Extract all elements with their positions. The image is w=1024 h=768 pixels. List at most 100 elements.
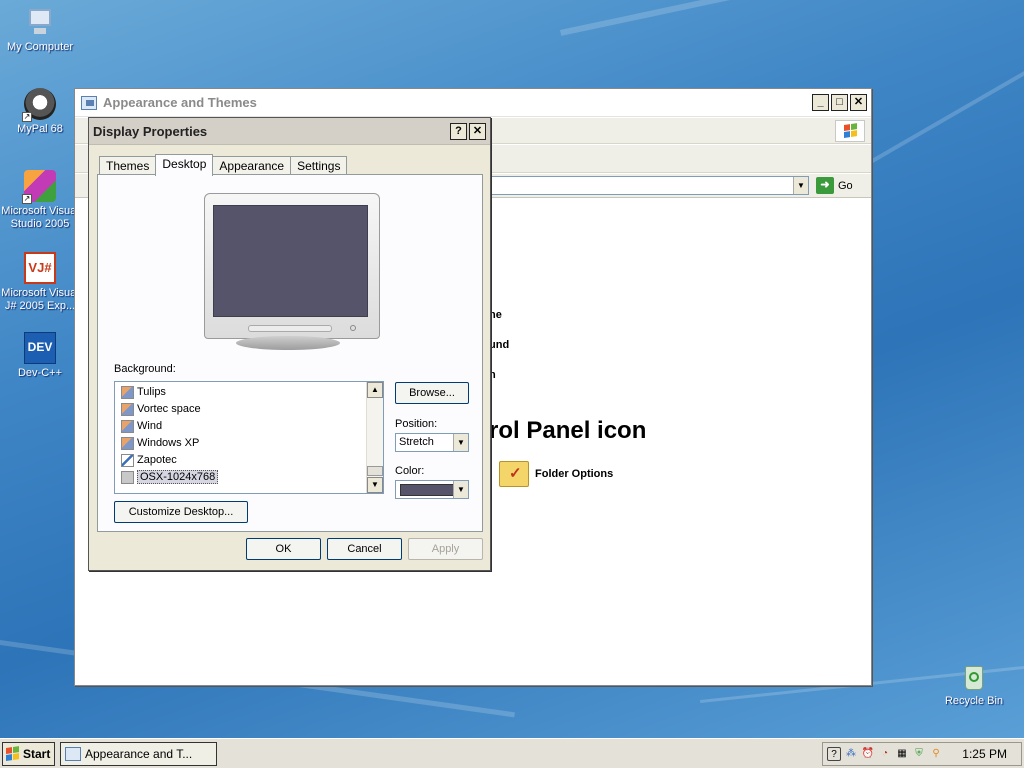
tab-settings[interactable]: Settings <box>290 156 348 175</box>
desktop-icon-visual-jsharp[interactable]: VJ# Microsoft Visual J# 2005 Exp... <box>0 252 80 313</box>
dialog-titlebar[interactable]: Display Properties ? ✕ <box>89 118 490 145</box>
raccoon-icon: ↗ <box>22 88 56 122</box>
control-panel-icon <box>81 95 97 110</box>
desktop-icon-visual-studio[interactable]: ↗ Microsoft Visual Studio 2005 <box>0 170 80 231</box>
list-item[interactable]: Vortec space <box>121 401 201 417</box>
address-input[interactable]: ▼ <box>491 176 809 195</box>
taskbar-window-label: Appearance and T... <box>85 747 193 761</box>
help-button[interactable]: ? <box>450 122 467 140</box>
start-label: Start <box>23 747 51 761</box>
desktop-tab-panel: Background: Tulips Vortec space Wind Win… <box>97 174 483 532</box>
visual-studio-icon: ↗ <box>22 170 56 204</box>
image-file-icon <box>121 402 134 416</box>
position-label: Position: <box>395 418 438 430</box>
position-select[interactable]: Stretch ▼ <box>395 433 469 452</box>
security-tray-icon[interactable]: ⛨ <box>912 747 926 761</box>
help-tray-icon[interactable]: ? <box>827 747 841 761</box>
windows-tray-icon[interactable]: ▦ <box>895 747 909 761</box>
chevron-down-icon: ▼ <box>453 434 468 451</box>
list-item[interactable]: Zapotec <box>121 452 177 468</box>
close-button[interactable]: ✕ <box>850 94 867 111</box>
image-file-icon <box>121 453 134 467</box>
monitor-stand <box>236 336 340 350</box>
background-label: Background: <box>114 363 176 375</box>
clock: 1:25 PM <box>962 747 1007 761</box>
color-picker-button[interactable]: ▼ <box>395 480 469 499</box>
visual-jsharp-icon: VJ# <box>24 252 56 284</box>
display-properties-dialog: Display Properties ? ✕ Themes Desktop Ap… <box>88 117 491 571</box>
control-panel-icon <box>65 747 81 761</box>
desktop-icon-label: Microsoft Visual J# 2005 Exp... <box>1 287 79 312</box>
taskbar-window-button[interactable]: Appearance and T... <box>60 742 217 766</box>
folder-options-link[interactable]: Folder Options <box>499 461 613 487</box>
start-button[interactable]: Start <box>2 742 55 766</box>
dialog-close-button[interactable]: ✕ <box>469 122 486 140</box>
list-item[interactable]: Windows XP <box>121 435 199 451</box>
desktop-icon-devcpp[interactable]: DEV Dev-C++ <box>0 332 80 380</box>
window-title: Appearance and Themes <box>103 95 257 110</box>
address-dropdown-icon[interactable]: ▼ <box>793 177 808 194</box>
task-link[interactable]: und <box>489 339 509 351</box>
image-file-icon <box>121 385 134 399</box>
dev-cpp-icon: DEV <box>24 332 56 364</box>
position-value: Stretch <box>399 436 434 448</box>
section-heading: rol Panel icon <box>489 417 647 444</box>
go-label: Go <box>838 179 853 192</box>
scroll-up-icon[interactable]: ▲ <box>367 382 383 398</box>
list-scrollbar[interactable]: ▲ ▼ <box>366 382 383 493</box>
windows-flag-icon <box>844 123 858 139</box>
scroll-down-icon[interactable]: ▼ <box>367 477 383 493</box>
desktop-icon-label: Microsoft Visual Studio 2005 <box>1 205 79 230</box>
wallpaper-streak <box>560 0 1024 36</box>
maximize-button[interactable]: □ <box>831 94 848 111</box>
shortcut-arrow-icon: ↗ <box>22 112 32 122</box>
folder-options-icon <box>499 461 529 487</box>
explorer-titlebar[interactable]: Appearance and Themes _ □ ✕ <box>75 89 871 117</box>
network-tray-icon[interactable]: ⁂ <box>844 747 858 761</box>
alarm-clock-tray-icon[interactable]: ⏰ <box>861 747 875 761</box>
desktop-icon-recycle-bin[interactable]: Recycle Bin <box>934 660 1014 708</box>
recycle-bin-icon <box>958 660 990 692</box>
color-swatch <box>400 484 456 496</box>
go-arrow-icon: ➜ <box>816 177 834 194</box>
tab-themes[interactable]: Themes <box>99 156 157 175</box>
color-label: Color: <box>395 465 425 477</box>
timer-tray-icon[interactable]: ◔ <box>878 747 892 761</box>
background-list[interactable]: Tulips Vortec space Wind Windows XP Zapo… <box>114 381 384 494</box>
desktop-icon-label: Dev-C++ <box>17 367 63 379</box>
windows-logo <box>835 120 865 142</box>
scroll-thumb[interactable] <box>367 466 383 476</box>
tab-desktop[interactable]: Desktop <box>155 154 214 176</box>
image-file-icon <box>121 419 134 433</box>
windows-flag-icon <box>6 746 20 762</box>
list-item[interactable]: Tulips <box>121 384 166 400</box>
cancel-button[interactable]: Cancel <box>327 538 402 560</box>
list-item-selected[interactable]: OSX-1024x768 <box>121 469 219 485</box>
minimize-button[interactable]: _ <box>812 94 829 111</box>
folder-options-label: Folder Options <box>535 468 614 480</box>
shortcut-arrow-icon: ↗ <box>22 194 32 204</box>
chevron-down-icon: ▼ <box>453 481 468 498</box>
apply-button[interactable]: Apply <box>408 538 483 560</box>
ok-button[interactable]: OK <box>246 538 321 560</box>
tab-strip: Themes Desktop Appearance Settings <box>99 154 348 176</box>
desktop-icon-label: MyPal 68 <box>17 123 63 135</box>
go-button[interactable]: ➜ Go <box>816 176 853 195</box>
taskbar: Start Appearance and T... ? ⁂ ⏰ ◔ ▦ ⛨ ⚲ … <box>0 738 1024 768</box>
desktop-icon-mypal[interactable]: ↗ MyPal 68 <box>0 88 80 136</box>
desktop-icon-my-computer[interactable]: My Computer <box>0 6 80 54</box>
desktop-preview-screen <box>213 205 368 317</box>
monitor-preview <box>204 193 380 339</box>
tab-appearance[interactable]: Appearance <box>212 156 292 175</box>
desktop-icon-label: My Computer <box>6 41 74 53</box>
list-item[interactable]: Wind <box>121 418 162 434</box>
image-file-icon <box>121 436 134 450</box>
dialog-title: Display Properties <box>93 123 208 139</box>
system-tray: ? ⁂ ⏰ ◔ ▦ ⛨ ⚲ 1:25 PM <box>822 742 1022 766</box>
customize-desktop-button[interactable]: Customize Desktop... <box>114 501 248 523</box>
desktop-icon-label: Recycle Bin <box>944 695 1004 707</box>
computer-icon <box>24 6 56 38</box>
search-tray-icon[interactable]: ⚲ <box>929 747 943 761</box>
image-file-icon <box>121 470 134 484</box>
browse-button[interactable]: Browse... <box>395 382 469 404</box>
